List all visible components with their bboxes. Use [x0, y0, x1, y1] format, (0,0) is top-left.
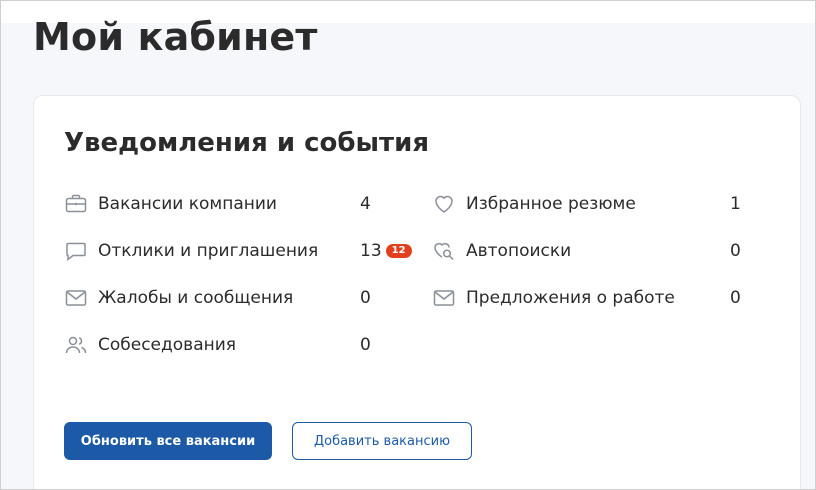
heart-search-icon [432, 239, 456, 263]
envelope-icon [64, 286, 88, 310]
row-count: 4 [360, 193, 371, 214]
briefcase-icon [64, 192, 88, 216]
left-column: Вакансии компании 4 Отклики и приглашени… [64, 180, 412, 368]
chat-bubble-icon [64, 239, 88, 263]
new-count-badge: 12 [385, 243, 412, 258]
row-label: Автопоиски [466, 240, 572, 261]
notifications-card: Уведомления и события Вакансии компании … [33, 95, 801, 489]
row-responses-invitations[interactable]: Отклики и приглашения 13 12 [64, 227, 412, 274]
heart-icon [432, 192, 456, 216]
add-vacancy-button[interactable]: Добавить вакансию [292, 422, 472, 460]
row-interviews[interactable]: Собеседования 0 [64, 321, 376, 368]
row-label: Вакансии компании [98, 193, 277, 214]
page-title: Мой кабинет [33, 15, 318, 59]
row-label: Жалобы и сообщения [98, 287, 294, 308]
row-label: Собеседования [98, 334, 237, 355]
row-count: 13 12 [360, 227, 412, 274]
row-label: Избранное резюме [466, 193, 636, 214]
update-all-vacancies-button[interactable]: Обновить все вакансии [64, 422, 272, 460]
row-count: 0 [360, 334, 371, 355]
row-label: Отклики и приглашения [98, 240, 319, 261]
right-column: Избранное резюме 1 Автопоиски 0 Предложе… [432, 180, 744, 321]
row-company-vacancies[interactable]: Вакансии компании 4 [64, 180, 376, 227]
people-icon [64, 333, 88, 357]
row-favorite-resumes[interactable]: Избранное резюме 1 [432, 180, 744, 227]
row-job-offers[interactable]: Предложения о работе 0 [432, 274, 744, 321]
row-count: 0 [730, 240, 741, 261]
row-complaints-messages[interactable]: Жалобы и сообщения 0 [64, 274, 376, 321]
row-count: 1 [730, 193, 741, 214]
card-title: Уведомления и события [64, 128, 430, 158]
row-count: 0 [730, 287, 741, 308]
row-count: 0 [360, 287, 371, 308]
row-autosearches[interactable]: Автопоиски 0 [432, 227, 744, 274]
page: Мой кабинет Уведомления и события Ваканс… [0, 0, 816, 490]
envelope-icon [432, 286, 456, 310]
row-label: Предложения о работе [466, 287, 675, 308]
